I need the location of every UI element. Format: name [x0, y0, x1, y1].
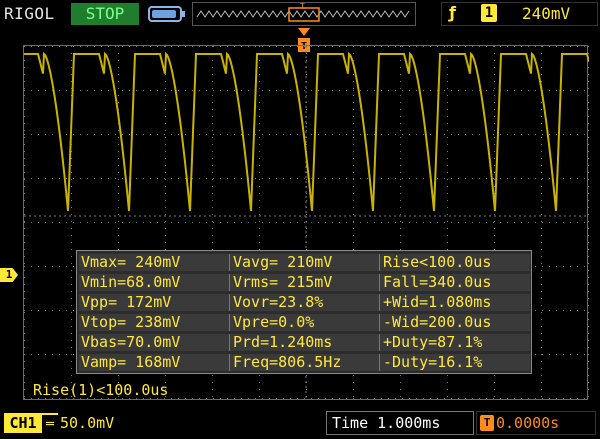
- measurement-value: +Wid=1.080ms: [383, 293, 492, 311]
- measurement-value: Vrms= 215mV: [233, 273, 333, 291]
- brand-logo: RIGOL: [4, 4, 55, 23]
- measurement-panel: Vmax= 240mV Vavg= 210mV Rise<100.0us Vmin=6…: [76, 250, 532, 374]
- trigger-position-icon: T: [480, 415, 494, 431]
- measurement-separator: [229, 334, 230, 351]
- measurement-separator: [379, 334, 380, 351]
- trigger-position-value: 0.0000s: [496, 414, 560, 432]
- measurement-value: Vovr=23.8%: [233, 293, 324, 311]
- trigger-source-badge: 1: [481, 4, 497, 22]
- dc-coupling-icon: ═: [42, 413, 58, 433]
- ch1-scale: 50.0mV: [60, 414, 115, 432]
- measurement-separator: [229, 254, 230, 271]
- measurement-separator: [229, 354, 230, 371]
- memory-overview: T: [192, 2, 416, 26]
- measurement-value: Vamp= 168mV: [81, 353, 181, 371]
- measurement-value: Vpre=0.0%: [233, 313, 315, 331]
- measurement-separator: [379, 294, 380, 311]
- memory-waveform-icon: T: [196, 2, 410, 22]
- measurement-separator: [379, 354, 380, 371]
- measurement-value: Vmax= 240mV: [81, 253, 181, 271]
- svg-text:T: T: [300, 3, 305, 11]
- timebase-label: Time 1.000ms: [332, 414, 441, 432]
- measurement-value: Vtop= 238mV: [81, 313, 181, 331]
- measurement-separator: [379, 314, 380, 331]
- ch1-badge[interactable]: CH1: [4, 413, 42, 433]
- trigger-panel[interactable]: [441, 2, 598, 26]
- trigger-level: 240mV: [522, 4, 571, 23]
- measurement-separator: [379, 274, 380, 291]
- measurement-value: Vbas=70.0mV: [81, 333, 181, 351]
- measurement-separator: [229, 314, 230, 331]
- run-state-button[interactable]: STOP: [71, 3, 139, 25]
- measurement-value: Vmin=68.0mV: [81, 273, 181, 291]
- measurement-value: Rise<100.0us: [383, 253, 492, 271]
- measurement-value: -Duty=16.1%: [383, 353, 483, 371]
- rising-edge-icon: ƒ: [449, 3, 456, 22]
- measurement-separator: [229, 274, 230, 291]
- measurement-value: Freq=806.5Hz: [233, 353, 342, 371]
- measurement-value: +Duty=87.1%: [383, 333, 483, 351]
- ch1-offset-marker[interactable]: 1: [0, 268, 18, 282]
- measurement-value: Fall=340.0us: [383, 273, 492, 291]
- measurement-separator: [229, 294, 230, 311]
- measurement-value: Prd=1.240ms: [233, 333, 333, 351]
- measurement-hint: Rise(1)<100.0us: [33, 381, 169, 399]
- measurement-value: Vavg= 210mV: [233, 253, 333, 271]
- battery-icon: [148, 6, 185, 22]
- measurement-separator: [379, 254, 380, 271]
- measurement-value: -Wid=200.0us: [383, 313, 492, 331]
- measurement-value: Vpp= 172mV: [81, 293, 172, 311]
